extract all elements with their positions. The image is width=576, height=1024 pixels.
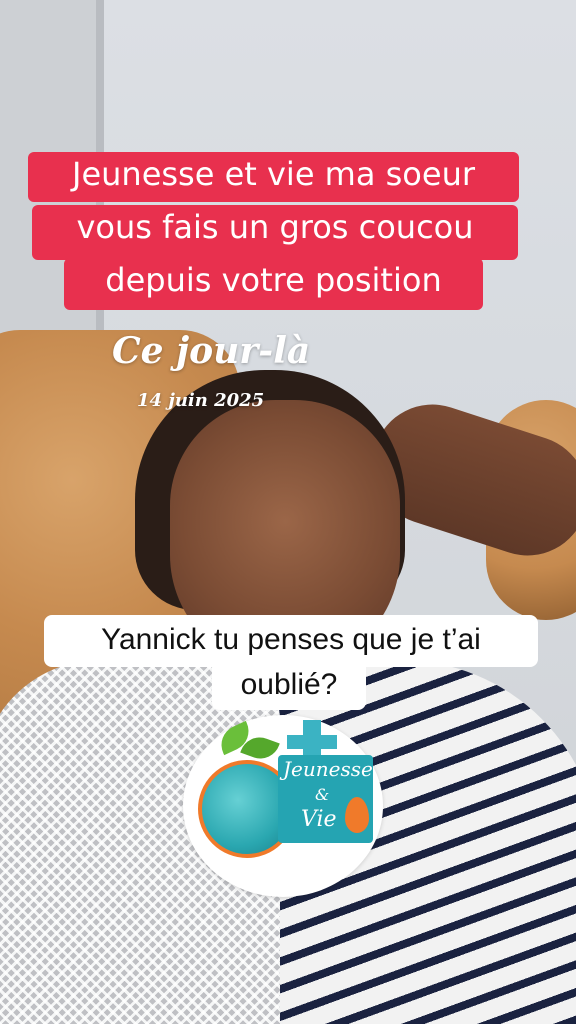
logo-word-2: Vie — [301, 807, 337, 832]
memory-date: 14 juin 2025 — [137, 390, 265, 411]
flame-icon — [345, 797, 369, 833]
caption-line-2: vous fais un gros coucou — [32, 205, 518, 260]
logo-word-1: Jeunesse — [283, 757, 373, 781]
cross-icon — [287, 735, 337, 749]
subtitle-line-2: oublié? — [212, 660, 366, 710]
memory-title: Ce jour-là — [112, 330, 311, 372]
jeunesse-vie-logo: Jeunesse & Vie — [183, 715, 383, 897]
logo-ampersand: & — [315, 785, 330, 804]
caption-line-3: depuis votre position — [64, 258, 483, 310]
caption-line-1: Jeunesse et vie ma soeur — [28, 152, 519, 202]
